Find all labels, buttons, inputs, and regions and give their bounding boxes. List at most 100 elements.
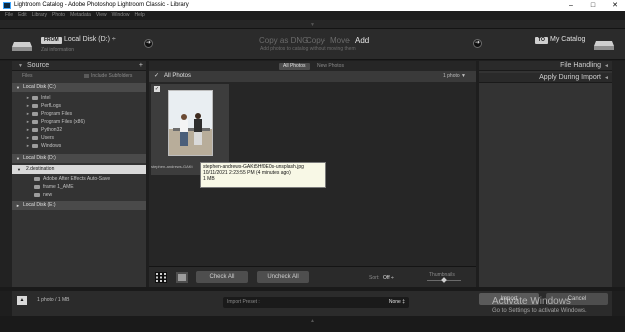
folder-label: Users	[41, 135, 55, 141]
folder-label: Intel	[41, 95, 51, 101]
mode-separator: ·	[298, 36, 301, 45]
volume-e-header[interactable]: ► Local Disk (E:)	[12, 201, 146, 210]
expand-up-icon[interactable]: ▲	[17, 296, 27, 305]
left-panel-toggle[interactable]	[0, 61, 12, 287]
mode-move[interactable]: Move	[330, 36, 350, 45]
folder-row[interactable]: ► PerfLogs	[12, 102, 146, 110]
hard-drive-icon	[12, 42, 32, 51]
source-panel-header[interactable]: ▼ Source +	[12, 61, 146, 71]
check-all-button[interactable]: Check All	[196, 271, 248, 283]
mode-description: Add photos to catalog without moving the…	[260, 46, 356, 52]
folder-row[interactable]: ► Windows	[12, 142, 146, 150]
mode-add[interactable]: Add	[355, 36, 369, 45]
mode-separator: ·	[323, 36, 326, 45]
filter-bar: All Photos New Photos	[149, 61, 476, 71]
import-preset-label: Import Preset :	[227, 299, 260, 305]
bottom-panel-toggle[interactable]: ▲	[0, 316, 625, 332]
import-preset-selector[interactable]: Import Preset : None ‡	[223, 297, 409, 308]
right-panel-toggle[interactable]	[612, 61, 625, 287]
destination-catalog[interactable]: My Catalog	[550, 36, 585, 43]
arrow-right-icon: ➜	[473, 39, 482, 48]
checkmark-icon: ✓	[154, 73, 160, 79]
grid-title: All Photos	[164, 73, 192, 79]
volume-c-label: Local Disk (C:)	[23, 84, 56, 90]
source-panel: ▼ Source + Files Include Subfolders ▼ Lo…	[12, 61, 146, 287]
maximize-button[interactable]: □	[584, 0, 602, 11]
volume-c-header[interactable]: ▼ Local Disk (C:)	[12, 83, 146, 92]
folder-row[interactable]: ► Program Files	[12, 110, 146, 118]
menu-window[interactable]: Window	[112, 12, 130, 18]
activate-windows-title: Activate Windows	[492, 296, 571, 307]
collapse-triangle-icon: ◄	[604, 75, 609, 81]
menu-bar: File Edit Library Photo Metadata View Window He…	[0, 11, 625, 20]
mode-copy[interactable]: Copy	[306, 36, 325, 45]
volume-d-label: Local Disk (D:)	[23, 155, 56, 161]
photo-count-menu[interactable]: 1 photo ▼	[443, 71, 466, 82]
grid-header: ✓ All Photos 1 photo ▼	[149, 71, 476, 82]
mode-separator: ·	[348, 36, 351, 45]
source-panel-title: Source	[27, 62, 50, 69]
expand-triangle-icon: ►	[16, 203, 20, 208]
folder-label: PerfLogs	[41, 103, 62, 109]
from-badge: FROM	[41, 37, 62, 44]
top-panel-toggle[interactable]: ▼	[0, 20, 625, 29]
folder-row[interactable]: ► Users	[12, 134, 146, 142]
minimize-button[interactable]: –	[562, 0, 580, 11]
volume-e-label: Local Disk (E:)	[23, 202, 56, 208]
folder-icon	[32, 111, 38, 116]
loupe-view-icon[interactable]	[176, 272, 188, 283]
menu-help[interactable]: Help	[134, 12, 144, 18]
menu-file[interactable]: File	[5, 12, 13, 18]
mode-copy-as-dng[interactable]: Copy as DNG	[259, 36, 308, 45]
uncheck-all-button[interactable]: Uncheck All	[257, 271, 309, 283]
sort-dropdown[interactable]: Off ÷	[383, 275, 394, 281]
menu-photo[interactable]: Photo	[52, 12, 65, 18]
collapse-triangle-icon: ▼	[18, 63, 23, 69]
folder-row[interactable]: ► Program Files (x86)	[12, 118, 146, 126]
subfolder-row[interactable]: Adobe After Effects Auto-Save	[12, 175, 146, 183]
photo-thumbnail[interactable]	[168, 90, 213, 156]
apply-during-import-header[interactable]: Apply During Import ◄	[479, 73, 612, 83]
to-badge: TO	[535, 37, 548, 44]
source-selector[interactable]: Local Disk (D:) ÷	[64, 36, 116, 43]
file-handling-header[interactable]: File Handling ◄	[479, 61, 612, 71]
lightroom-app-icon	[3, 2, 11, 9]
folder-icon	[34, 192, 40, 197]
menu-edit[interactable]: Edit	[18, 12, 27, 18]
selected-folder-row[interactable]: ▼ 2.destination	[12, 165, 146, 174]
grid-view-icon[interactable]	[155, 272, 167, 283]
add-source-button[interactable]: +	[139, 61, 143, 71]
import-grid-area: All Photos New Photos ✓ All Photos 1 pho…	[149, 61, 476, 287]
photo-filename-label: stephen-andrews-GAKt	[151, 164, 193, 169]
menu-library[interactable]: Library	[32, 12, 47, 18]
source-subtitle: Zai information	[41, 47, 75, 53]
import-summary: 1 photo / 1 MB	[37, 297, 70, 303]
triangle-down-icon: ▼	[310, 22, 315, 28]
include-subfolders-checkbox[interactable]	[84, 74, 89, 78]
folder-icon	[32, 103, 38, 108]
title-bar: Lightroom Catalog - Adobe Photoshop Ligh…	[0, 0, 625, 11]
thumbnails-label: Thumbnails	[429, 272, 455, 278]
files-row: Files Include Subfolders	[12, 71, 146, 81]
slider-handle[interactable]	[441, 277, 447, 283]
subfolder-row[interactable]: new	[12, 191, 146, 199]
folder-row[interactable]: ► Python32	[12, 126, 146, 134]
close-button[interactable]: ✕	[606, 0, 624, 11]
folder-row[interactable]: ► Intel	[12, 94, 146, 102]
volume-c-tree: ► Intel ► PerfLogs ► Program Files ► Program…	[12, 92, 146, 150]
collapse-triangle-icon: ◄	[604, 63, 609, 69]
import-preset-value: None ‡	[388, 299, 405, 305]
filter-new-photos[interactable]: New Photos	[313, 63, 348, 70]
include-subfolders-label: Include Subfolders	[91, 73, 133, 79]
photo-checkbox[interactable]: ✓	[154, 86, 160, 92]
volume-d-header[interactable]: ▼ Local Disk (D:)	[12, 154, 146, 163]
folder-label: Python32	[41, 127, 63, 133]
subfolder-row[interactable]: frame 1_AME	[12, 183, 146, 191]
filter-all-photos[interactable]: All Photos	[279, 63, 310, 70]
menu-view[interactable]: View	[96, 12, 107, 18]
activate-windows-subtitle: Go to Settings to activate Windows.	[492, 308, 587, 314]
expand-triangle-icon: ▼	[16, 85, 20, 90]
menu-metadata[interactable]: Metadata	[70, 12, 91, 18]
folder-label: Program Files	[41, 111, 73, 117]
right-settings-panel: File Handling ◄ Apply During Import ◄	[479, 61, 612, 287]
